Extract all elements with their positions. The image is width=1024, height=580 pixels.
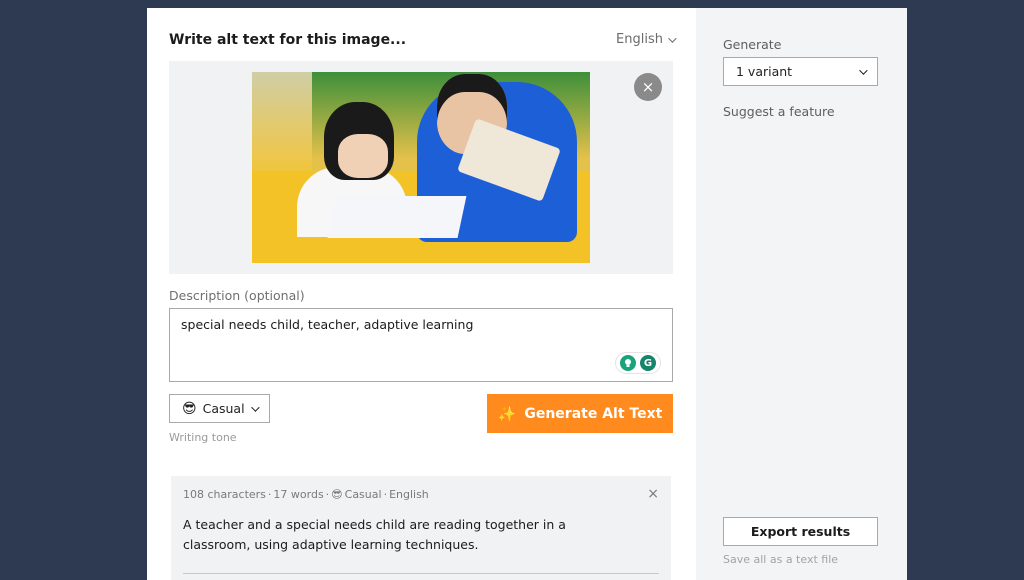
variant-value: 1 variant	[736, 64, 793, 79]
grammarly-icon[interactable]: G	[640, 355, 656, 371]
description-input[interactable]: special needs child, teacher, adaptive l…	[169, 308, 673, 382]
divider	[183, 573, 659, 574]
result-meta: 108 characters · 17 words · 😎 Casual · E…	[183, 488, 429, 501]
sunglasses-emoji-icon: 😎	[331, 488, 343, 501]
writing-assistant[interactable]: G	[616, 353, 660, 373]
export-caption: Save all as a text file	[723, 553, 839, 566]
language-select[interactable]: English	[616, 32, 677, 47]
generate-alt-text-button[interactable]: ✨ Generate Alt Text	[487, 394, 673, 433]
word-count: 17 words	[273, 488, 324, 501]
sparkle-icon: ✨	[497, 404, 517, 423]
language-value: English	[616, 32, 663, 47]
close-icon: ×	[641, 78, 655, 96]
character-count: 108 characters	[183, 488, 266, 501]
export-results-button[interactable]: Export results	[723, 517, 878, 546]
description-label: Description (optional)	[169, 288, 305, 303]
suggest-feature-link[interactable]: Suggest a feature	[723, 104, 835, 119]
chevron-down-icon	[859, 65, 868, 75]
close-icon[interactable]: ×	[647, 486, 659, 502]
remove-image-button[interactable]: ×	[634, 73, 662, 101]
writing-tone-select[interactable]: 😎 Casual	[169, 394, 270, 423]
generated-alt-text: A teacher and a special needs child are …	[183, 517, 566, 552]
chevron-down-icon	[668, 33, 677, 43]
sidebar: Generate 1 variant Suggest a feature Exp…	[696, 8, 907, 580]
result-card: 108 characters · 17 words · 😎 Casual · E…	[171, 476, 671, 580]
image-preview-area: ×	[169, 61, 673, 274]
variant-count-select[interactable]: 1 variant	[723, 57, 878, 86]
generate-button-label: Generate Alt Text	[524, 405, 663, 422]
result-language: English	[389, 488, 429, 501]
chevron-down-icon	[250, 402, 260, 412]
generate-label: Generate	[723, 37, 782, 52]
result-tone: Casual	[344, 488, 382, 501]
sunglasses-emoji-icon: 😎	[182, 400, 197, 417]
main-panel: Write alt text for this image... English…	[147, 8, 696, 580]
lightbulb-icon[interactable]	[620, 355, 636, 371]
writing-tone-caption: Writing tone	[169, 431, 237, 444]
uploaded-photo	[252, 72, 590, 263]
tone-value: Casual	[202, 401, 245, 416]
page-title: Write alt text for this image...	[169, 32, 407, 48]
description-value: special needs child, teacher, adaptive l…	[181, 317, 474, 332]
